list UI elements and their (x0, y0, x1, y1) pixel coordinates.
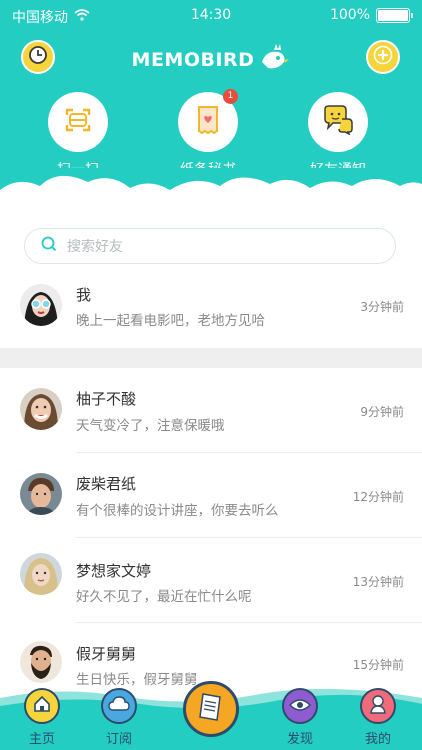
avatar (20, 284, 62, 326)
avatar (20, 641, 62, 683)
contact-name: 梦想家文婷 (76, 562, 152, 580)
chat-bubble-icon (322, 105, 354, 139)
last-message: 生日快乐，假牙舅舅 (76, 672, 198, 688)
paper-heart-icon (196, 105, 220, 139)
plus-icon (373, 45, 393, 69)
scan-icon (63, 105, 93, 139)
tab-home[interactable]: 主页 (7, 688, 77, 747)
last-message: 有个很棒的设计讲座，你要去听么 (76, 503, 279, 519)
bird-icon (256, 40, 290, 79)
tab-subscribe-label: 订阅 (105, 732, 132, 747)
cloud-icon (108, 696, 130, 716)
app-logo: MEMOBIRD (0, 40, 422, 79)
tab-mine[interactable]: 我的 (343, 688, 413, 747)
contact-name: 假牙舅舅 (76, 645, 137, 663)
paper-receipt-icon (198, 692, 224, 726)
contact-name: 柚子不酸 (76, 390, 137, 408)
tab-mine-label: 我的 (364, 732, 391, 747)
message-time: 13分钟前 (352, 575, 404, 589)
battery-icon (376, 7, 413, 23)
list-item[interactable]: 废柴君纸 有个很棒的设计讲座，你要去听么 12分钟前 (0, 453, 422, 537)
battery-percent: 100% (329, 7, 370, 23)
search-box[interactable]: 搜索好友 (24, 228, 396, 264)
person-icon (369, 694, 387, 718)
eye-icon (289, 697, 311, 716)
feature-note-secretary[interactable]: 1 纸条秘书 (163, 89, 253, 179)
tab-discover[interactable]: 发现 (265, 688, 335, 747)
feature-friend-notice[interactable]: 好友通知 (293, 92, 383, 179)
list-item[interactable]: 假牙舅舅 生日快乐，假牙舅舅 15分钟前 (0, 623, 422, 688)
avatar (20, 473, 62, 515)
message-time: 9分钟前 (360, 405, 404, 419)
last-message: 天气变冷了，注意保暖哦 (76, 418, 225, 434)
message-time: 3分钟前 (360, 300, 404, 314)
last-message: 晚上一起看电影吧，老地方见哈 (76, 313, 265, 329)
self-message-row[interactable]: 我 晚上一起看电影吧，老地方见哈 3分钟前 (0, 264, 422, 348)
tab-subscribe[interactable]: 订阅 (84, 688, 154, 747)
contact-name: 我 (76, 286, 92, 304)
home-icon (32, 694, 52, 718)
print-button[interactable] (183, 681, 239, 737)
search-icon (41, 236, 57, 256)
list-item[interactable]: 梦想家文婷 好久不见了，最近在忙什么呢 13分钟前 (0, 538, 422, 622)
search-placeholder: 搜索好友 (67, 239, 123, 255)
tab-home-label: 主页 (28, 732, 55, 747)
list-item[interactable]: 柚子不酸 天气变冷了，注意保暖哦 9分钟前 (0, 368, 422, 452)
last-message: 好久不见了，最近在忙什么呢 (76, 589, 252, 605)
add-button[interactable] (366, 40, 400, 74)
section-separator (0, 348, 422, 368)
status-bar: 中国移动 14:30 100% (0, 0, 422, 32)
tab-discover-label: 发现 (286, 732, 313, 747)
feature-scan[interactable]: 扫一扫 (33, 92, 123, 179)
message-time: 12分钟前 (352, 490, 404, 504)
notification-badge: 1 (223, 89, 238, 104)
avatar (20, 553, 62, 595)
cloud-divider (0, 168, 422, 228)
avatar (20, 388, 62, 430)
contact-name: 废柴君纸 (76, 475, 137, 493)
logo-text: MEMOBIRD (131, 48, 255, 71)
message-time: 15分钟前 (352, 658, 404, 672)
